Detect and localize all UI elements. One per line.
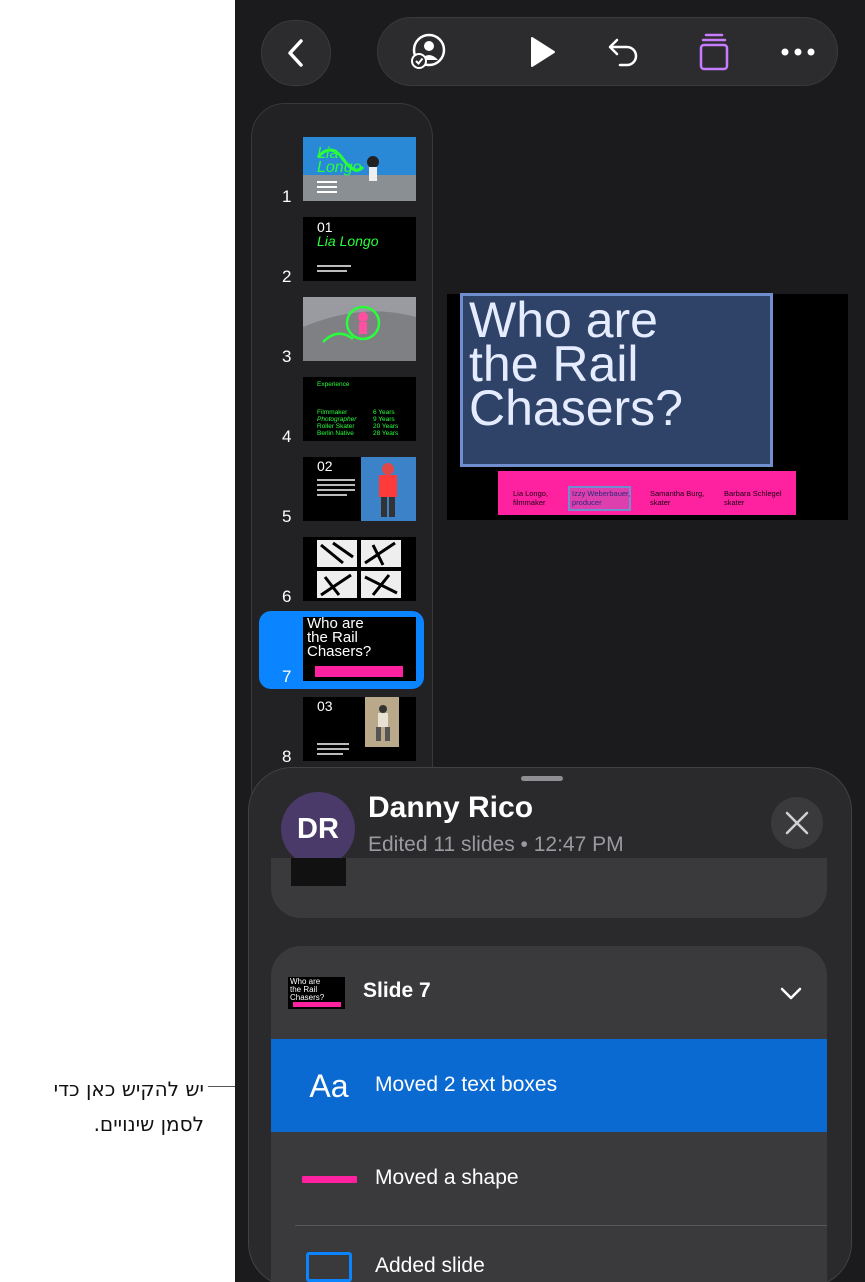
skater-jump-thumbnail [317,697,399,755]
play-icon [531,37,555,67]
slide-thumbnail-title: Lia Longo [317,233,379,249]
navigator-slide-6[interactable]: 6 [252,537,432,607]
ellipsis-icon [781,48,815,56]
experience-label: Photographer [317,416,357,423]
slide-thumbnail-heading: Experience [317,381,350,388]
navigator-slide-1[interactable]: Lia Longo 1 [252,137,432,207]
experience-label: Filmmaker [317,409,348,416]
navigator-slide-8[interactable]: 03 8 [252,697,432,767]
navigator-slide-2[interactable]: 01 Lia Longo 2 [252,217,432,287]
slide-title: Who are the Rail Chasers? [469,292,683,436]
slide-number: 1 [282,187,292,206]
slide-thumbnail: 02 [303,457,416,521]
back-button[interactable] [261,20,331,86]
credit-name: Barbara Schlegel skater [724,489,782,507]
credits-band-shape[interactable]: Lia Longo, filmmaker Izzy Weberbauer, pr… [498,471,796,515]
change-item-added-slide[interactable]: Added slide [271,1226,827,1282]
close-button[interactable] [771,797,823,849]
comic-panels-thumbnail [303,537,416,601]
slides-button[interactable] [694,32,734,72]
text-aa-icon: Aa [299,1067,359,1104]
change-label: Moved 2 text boxes [375,1073,558,1096]
navigator-slide-7[interactable]: Who are the Rail Chasers? 7 [252,611,432,689]
experience-value: 6 Years [373,409,395,416]
sheet-grabber[interactable] [521,776,563,781]
slide-thumbnail: Lia Longo [303,137,416,201]
slide-thumbnail: Who are the Rail Chasers? [288,977,345,1009]
undo-button[interactable] [604,32,644,72]
slide-thumbnail: 01 Lia Longo [303,217,416,281]
experience-label: Roller Skater [317,423,355,430]
slide-number: 7 [282,667,292,686]
slide-number: 6 [282,587,292,606]
slide-thumbnail [303,297,416,361]
collaborate-button[interactable] [408,32,448,72]
app-screen: Lia Longo 1 01 Lia Longo 2 3 Experience … [235,0,865,1282]
slide-icon [299,1250,359,1282]
slide-number: 4 [282,427,292,446]
slide-thumbnail-title: Lia Longo [317,145,362,176]
skater-red-jacket-thumbnail [317,457,416,521]
slide-thumbnail-title: Who are the Rail Chasers? [290,977,325,1002]
slide-thumbnail [291,858,346,886]
slide-number: 8 [282,747,292,766]
slide-navigator[interactable]: Lia Longo 1 01 Lia Longo 2 3 Experience … [251,103,433,823]
change-group-slide-7: Who are the Rail Chasers? Slide 7 Aa Mov… [271,946,827,1282]
change-item-moved-text-boxes[interactable]: Aa Moved 2 text boxes [271,1039,827,1132]
navigator-slide-3[interactable]: 3 [252,297,432,367]
change-label: Added slide [375,1254,485,1277]
slide-thumbnail: Who are the Rail Chasers? [303,617,416,681]
collapse-button[interactable] [779,981,803,1005]
experience-value: 20 Years [373,423,399,430]
callout-text: יש להקיש כאן כדי לסמן שינויים. [53,1077,204,1136]
more-button[interactable] [778,32,818,72]
slide-number: 5 [282,507,292,526]
text-aa-glyph: Aa [309,1067,349,1104]
toolbar [377,17,838,86]
experience-value: 9 Years [373,416,395,423]
page: יש להקיש כאן כדי לסמן שינויים. Lia Longo… [0,0,865,1282]
experience-value: 28 Years [373,430,399,437]
change-label: Moved a shape [375,1166,519,1189]
shape-icon [299,1162,359,1196]
change-item-moved-shape[interactable]: Moved a shape [271,1132,827,1225]
avatar: DR [281,792,355,866]
close-icon [785,811,809,835]
play-button[interactable] [522,32,562,72]
chevron-left-icon [288,39,303,67]
credit-name: Izzy Weberbauer, producer [572,489,631,507]
slide-number: 3 [282,347,292,366]
undo-icon [608,38,638,67]
credit-name: Samantha Burg, skater [650,489,705,507]
experience-label: Berlin Native [317,430,354,437]
slide-thumbnail: Experience Filmmaker 6 Years Photographe… [303,377,416,441]
navigator-slide-4[interactable]: Experience Filmmaker 6 Years Photographe… [252,377,432,447]
edit-summary: Edited 11 slides • 12:47 PM [368,833,624,856]
change-group-title: Slide 7 [363,979,431,1002]
slide-thumbnail-title: Who are the Rail Chasers? [307,617,372,660]
slide-thumbnail: 03 [303,697,416,761]
stacked-slides-icon [699,33,729,71]
person-checkmark-icon [411,33,446,69]
skatepark-photo-thumbnail [303,297,416,361]
previous-change-group[interactable] [271,858,827,918]
title-text-box[interactable]: Who are the Rail Chasers? [460,293,773,467]
slide-canvas[interactable]: Who are the Rail Chasers? Lia Longo, fil… [447,293,848,520]
credit-name: Lia Longo, filmmaker [513,489,549,507]
author-name: Danny Rico [368,791,534,824]
chevron-down-icon [780,987,802,1000]
slide-thumbnail [303,537,416,601]
navigator-slide-5[interactable]: 02 5 [252,457,432,527]
slide-number: 2 [282,267,292,286]
changes-sheet: DR Danny Rico Edited 11 slides • 12:47 P… [248,767,852,1282]
